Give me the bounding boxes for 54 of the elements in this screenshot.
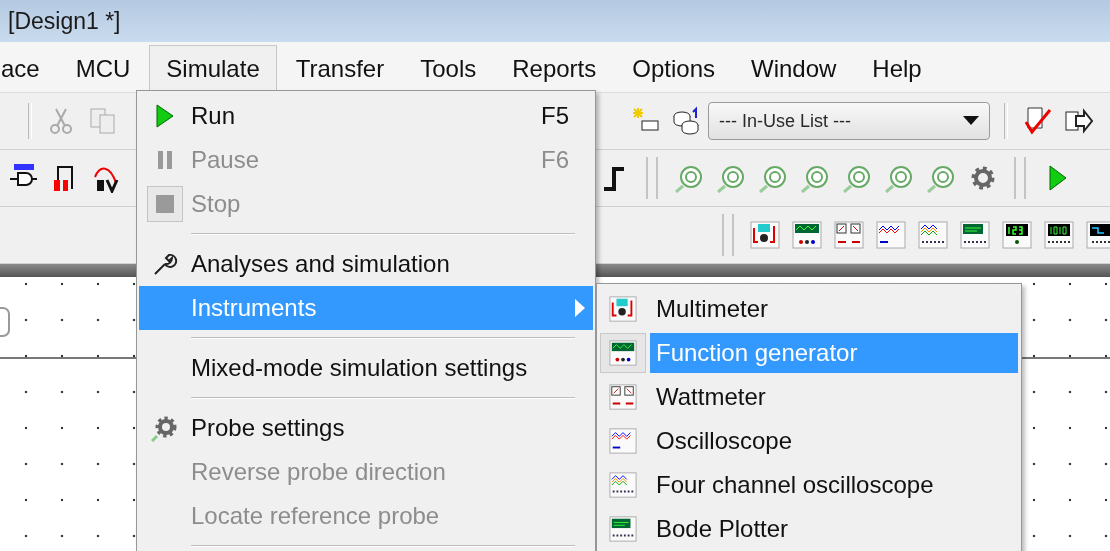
menu-item[interactable]: Reports <box>495 44 614 90</box>
stop-icon <box>147 186 183 222</box>
submenu-arrow-icon <box>575 299 585 317</box>
instrument-icon[interactable] <box>918 220 948 250</box>
pause-icon <box>157 150 173 170</box>
wrench-icon <box>152 251 178 277</box>
probe-icon[interactable] <box>758 163 788 193</box>
menu-item[interactable]: Tools <box>403 44 494 90</box>
database-icon[interactable] <box>672 106 702 136</box>
toolbar-grip[interactable] <box>1014 157 1026 199</box>
instrument-icon[interactable] <box>750 220 780 250</box>
menu-item[interactable]: Help <box>855 44 939 90</box>
probe-icon[interactable] <box>716 163 746 193</box>
menu-item[interactable]: Transfer <box>278 44 402 90</box>
instrument-icon[interactable] <box>1002 220 1032 250</box>
play-icon <box>155 103 175 129</box>
menu-item[interactable]: Oscilloscope <box>650 421 1018 461</box>
menu-item[interactable]: Wattmeter <box>650 377 1018 417</box>
instrument-icon[interactable] <box>1086 220 1110 250</box>
export-icon[interactable] <box>1064 106 1094 136</box>
instrument-icon[interactable] <box>876 220 906 250</box>
instrument-icon[interactable] <box>792 220 822 250</box>
component-list-dropdown[interactable]: --- In-Use List --- <box>708 102 990 140</box>
window-title: [Design1 *] <box>8 7 121 35</box>
menu-item[interactable]: MCU <box>58 44 148 90</box>
menu-item[interactable]: Mixed-mode simulation settings <box>139 346 593 390</box>
toolbar-grip[interactable] <box>646 157 658 199</box>
menu-item[interactable]: Four channel oscilloscope <box>650 465 1018 505</box>
instrument-icon[interactable] <box>609 515 637 543</box>
probe-icon[interactable] <box>800 163 830 193</box>
menu-item[interactable]: Bode Plotter <box>650 509 1018 549</box>
shortcut-label: F5 <box>541 102 569 130</box>
caret-icon <box>963 116 979 126</box>
probe-icon[interactable] <box>884 163 914 193</box>
instrument-icon[interactable] <box>609 295 637 323</box>
shortcut-label: F6 <box>541 146 569 174</box>
checkmark-icon[interactable] <box>1022 106 1052 136</box>
frame-corner-icon <box>0 307 10 337</box>
menu-item[interactable]: Probe settings <box>139 406 593 450</box>
menu-item[interactable]: Analyses and simulation <box>139 242 593 286</box>
menu-item[interactable]: Options <box>615 44 732 90</box>
toolbar-grip[interactable] <box>722 214 734 256</box>
instrument-icon[interactable] <box>1044 220 1074 250</box>
menu-item[interactable]: Window <box>734 44 854 90</box>
menu-item[interactable]: ace <box>0 44 57 90</box>
probe-icon[interactable] <box>674 163 704 193</box>
menu-item[interactable]: Simulate <box>149 44 277 90</box>
menu-item[interactable]: Multimeter <box>650 289 1018 329</box>
instrument-icon[interactable] <box>960 220 990 250</box>
gear-icon <box>151 414 179 442</box>
probe-icon[interactable] <box>926 163 956 193</box>
menu-item[interactable]: Run F5 <box>139 94 593 138</box>
instrument-icon[interactable] <box>609 339 637 367</box>
probe-icon[interactable] <box>842 163 872 193</box>
